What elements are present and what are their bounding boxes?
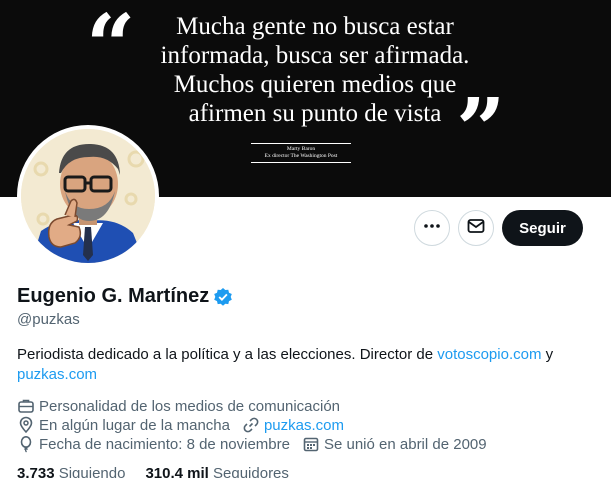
message-button[interactable] <box>458 210 494 246</box>
location-pin-icon <box>17 416 35 434</box>
follow-stats: 3.733 Siguiendo 310,4 mil Seguidores <box>17 465 309 478</box>
follow-button[interactable]: Seguir <box>502 210 583 246</box>
followers-stat[interactable]: 310,4 mil Seguidores <box>145 465 288 478</box>
profile-joined-date: Se unió en abril de 2009 <box>323 435 487 453</box>
more-horizontal-icon <box>422 216 442 241</box>
following-label: Siguiendo <box>58 465 126 478</box>
profile-website-link[interactable]: puzkas.com <box>264 417 344 434</box>
bio-link-votoscopio[interactable]: votoscopio.com <box>437 346 541 363</box>
profile-birthdate: Fecha de nacimiento: 8 de noviembre <box>39 435 290 453</box>
followers-count: 310,4 mil <box>145 465 209 478</box>
briefcase-icon <box>17 397 35 415</box>
bio-link-puzkas[interactable]: puzkas.com <box>17 366 97 383</box>
following-stat[interactable]: 3.733 Siguiendo <box>17 465 125 478</box>
balloon-icon <box>17 435 35 453</box>
quote-line: informada, busca ser afirmada. <box>160 42 470 69</box>
profile-category: Personalidad de los medios de comunicaci… <box>39 397 341 415</box>
calendar-icon <box>302 435 320 453</box>
quote-line: Mucha gente no busca estar <box>176 13 454 40</box>
bio-connector: y <box>541 346 554 363</box>
verified-badge-icon[interactable] <box>213 287 233 307</box>
profile-category-row: Personalidad de los medios de comunicaci… <box>17 397 352 415</box>
avatar-image <box>21 129 155 263</box>
attribution-title: Ex director The Washington Post <box>264 153 338 159</box>
profile-location-row: En algún lugar de la mancha puzkas.com <box>17 416 356 434</box>
user-handle: @puzkas <box>17 311 80 328</box>
followers-label: Seguidores <box>213 465 289 478</box>
banner-attribution: Marty Baron Ex director The Washington P… <box>251 143 351 163</box>
following-count: 3.733 <box>17 465 55 478</box>
profile-location: En algún lugar de la mancha <box>39 416 230 434</box>
attribution-name: Marty Baron <box>286 146 316 152</box>
avatar[interactable] <box>17 125 159 267</box>
more-button[interactable] <box>414 210 450 246</box>
open-quote-mark: “ <box>86 0 136 97</box>
close-quote-mark: ” <box>456 80 506 181</box>
envelope-icon <box>466 216 486 241</box>
bio-text: Periodista dedicado a la política y a la… <box>17 346 434 363</box>
display-name-row: Eugenio G. Martínez <box>17 285 233 308</box>
display-name: Eugenio G. Martínez <box>17 285 210 307</box>
quote-line: Muchos quieren medios que <box>173 71 457 98</box>
profile-bio: Periodista dedicado a la política y a la… <box>17 345 597 385</box>
link-icon <box>242 416 260 434</box>
profile-dates-row: Fecha de nacimiento: 8 de noviembre Se u… <box>17 435 499 453</box>
quote-line: afirmen su punto de vista <box>188 100 442 127</box>
banner-quote: Mucha gente no busca estar informada, bu… <box>140 12 490 128</box>
